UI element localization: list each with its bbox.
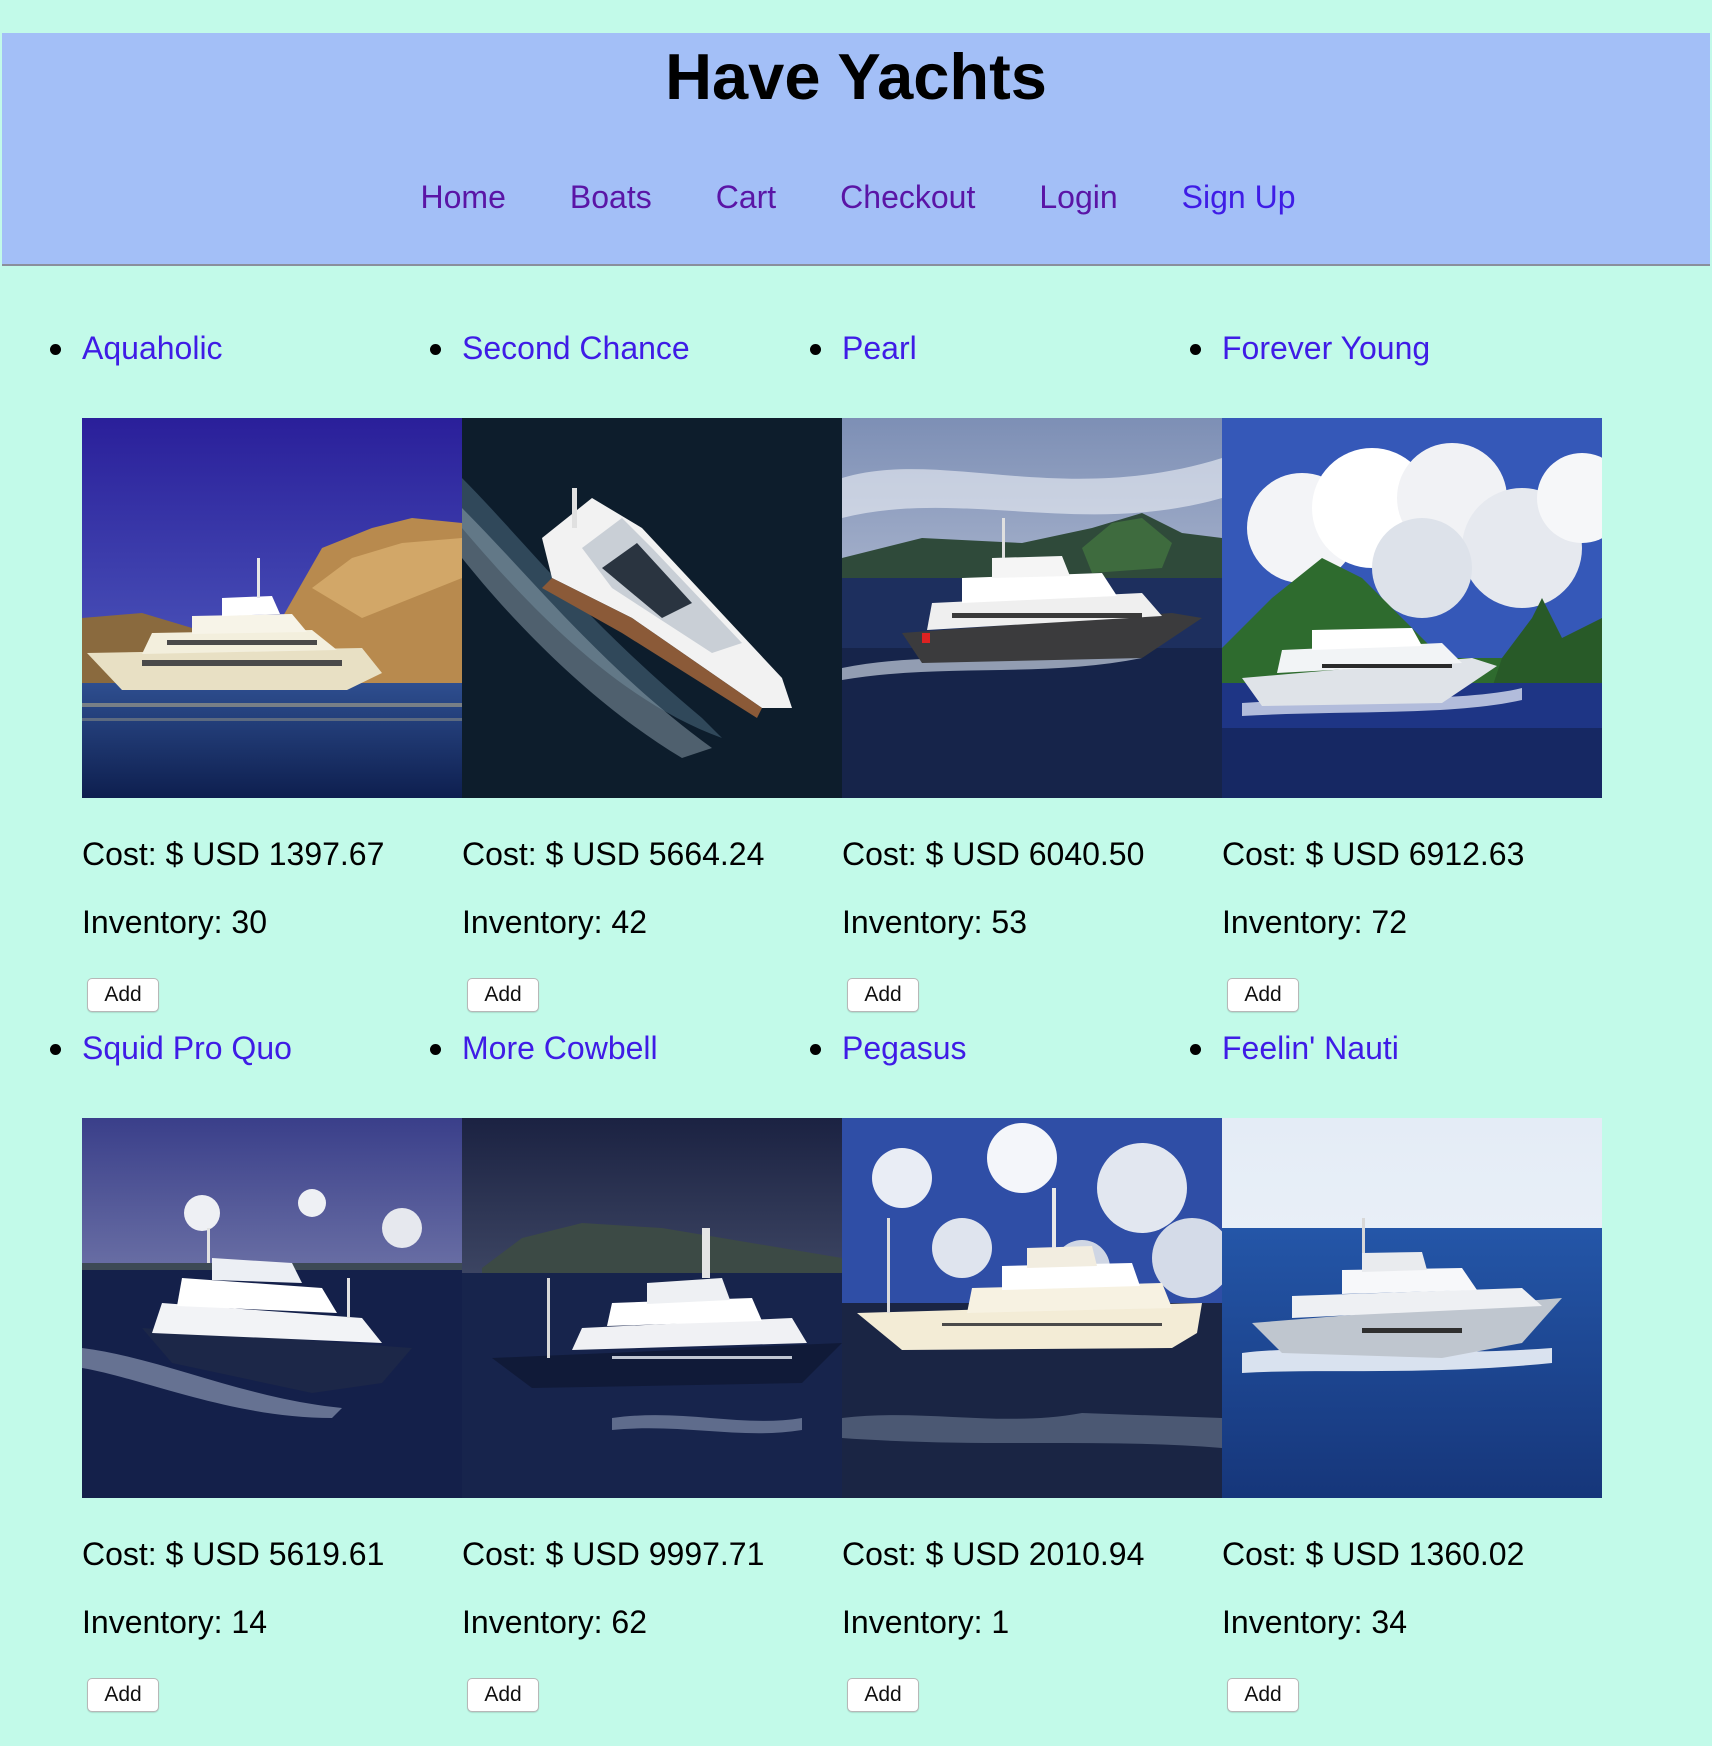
product-row: Squid Pro Quo Cost: $ USD 5619.61 Invent… xyxy=(0,1020,1712,1720)
product-name-link[interactable]: More Cowbell xyxy=(462,1028,658,1068)
site-title: Have Yachts xyxy=(665,40,1047,113)
product-cost: Cost: $ USD 1397.67 xyxy=(82,836,385,872)
list-bullet xyxy=(810,1044,821,1055)
list-bullet xyxy=(810,344,821,355)
product-grid: Aquaholic Cost: $ USD 1397.67 Inventory:… xyxy=(0,320,1712,1720)
yacht-photo-image xyxy=(1222,418,1602,798)
yacht-photo-image xyxy=(462,418,842,798)
list-bullet xyxy=(430,344,441,355)
yacht-photo xyxy=(1222,1118,1602,1498)
yacht-photo xyxy=(462,1118,842,1498)
product-inventory: Inventory: 42 xyxy=(462,904,647,940)
product-name-link[interactable]: Aquaholic xyxy=(82,328,223,368)
add-to-cart-button[interactable]: Add xyxy=(1227,1678,1299,1712)
product-cost: Cost: $ USD 6912.63 xyxy=(1222,836,1525,872)
add-to-cart-button[interactable]: Add xyxy=(467,1678,539,1712)
yacht-photo-image xyxy=(82,1118,462,1498)
yacht-photo-image xyxy=(1222,1118,1602,1498)
product-cost: Cost: $ USD 6040.50 xyxy=(842,836,1145,872)
product-cost: Cost: $ USD 5619.61 xyxy=(82,1536,385,1572)
list-bullet xyxy=(430,1044,441,1055)
add-to-cart-button[interactable]: Add xyxy=(467,978,539,1012)
list-bullet xyxy=(50,1044,61,1055)
product-cost: Cost: $ USD 2010.94 xyxy=(842,1536,1145,1572)
product-name-link[interactable]: Second Chance xyxy=(462,328,690,368)
list-bullet xyxy=(1190,344,1201,355)
add-to-cart-button[interactable]: Add xyxy=(1227,978,1299,1012)
product-name-link[interactable]: Pegasus xyxy=(842,1028,967,1068)
product-name-link[interactable]: Pearl xyxy=(842,328,917,368)
product-inventory: Inventory: 53 xyxy=(842,904,1027,940)
product-inventory: Inventory: 30 xyxy=(82,904,267,940)
nav-home[interactable]: Home xyxy=(421,177,506,217)
nav-boats[interactable]: Boats xyxy=(570,177,652,217)
product-inventory: Inventory: 1 xyxy=(842,1604,1010,1640)
list-bullet xyxy=(1190,1044,1201,1055)
yacht-photo-image xyxy=(842,1118,1222,1498)
product-cost: Cost: $ USD 5664.24 xyxy=(462,836,765,872)
add-to-cart-button[interactable]: Add xyxy=(847,978,919,1012)
nav-sign-up[interactable]: Sign Up xyxy=(1182,177,1296,217)
product-inventory: Inventory: 34 xyxy=(1222,1604,1407,1640)
product-inventory: Inventory: 62 xyxy=(462,1604,647,1640)
nav-login[interactable]: Login xyxy=(1039,177,1117,217)
yacht-photo xyxy=(462,418,842,798)
nav-cart[interactable]: Cart xyxy=(716,177,776,217)
product-inventory: Inventory: 14 xyxy=(82,1604,267,1640)
main-nav: Home Boats Cart Checkout Login Sign Up xyxy=(2,177,1710,217)
add-to-cart-button[interactable]: Add xyxy=(87,978,159,1012)
list-bullet xyxy=(50,344,61,355)
add-to-cart-button[interactable]: Add xyxy=(847,1678,919,1712)
yacht-photo xyxy=(82,1118,462,1498)
yacht-photo xyxy=(842,1118,1222,1498)
product-name-link[interactable]: Squid Pro Quo xyxy=(82,1028,292,1068)
yacht-photo xyxy=(1222,418,1602,798)
add-to-cart-button[interactable]: Add xyxy=(87,1678,159,1712)
product-row: Aquaholic Cost: $ USD 1397.67 Inventory:… xyxy=(0,320,1712,1020)
yacht-photo-image xyxy=(842,418,1222,798)
yacht-photo-image xyxy=(462,1118,842,1498)
yacht-photo xyxy=(842,418,1222,798)
product-name-link[interactable]: Feelin' Nauti xyxy=(1222,1028,1399,1068)
nav-checkout[interactable]: Checkout xyxy=(840,177,975,217)
product-cost: Cost: $ USD 1360.02 xyxy=(1222,1536,1525,1572)
site-header: Have Yachts Home Boats Cart Checkout Log… xyxy=(2,33,1710,266)
product-cost: Cost: $ USD 9997.71 xyxy=(462,1536,765,1572)
product-inventory: Inventory: 72 xyxy=(1222,904,1407,940)
product-name-link[interactable]: Forever Young xyxy=(1222,328,1430,368)
yacht-photo-image xyxy=(82,418,462,798)
yacht-photo xyxy=(82,418,462,798)
